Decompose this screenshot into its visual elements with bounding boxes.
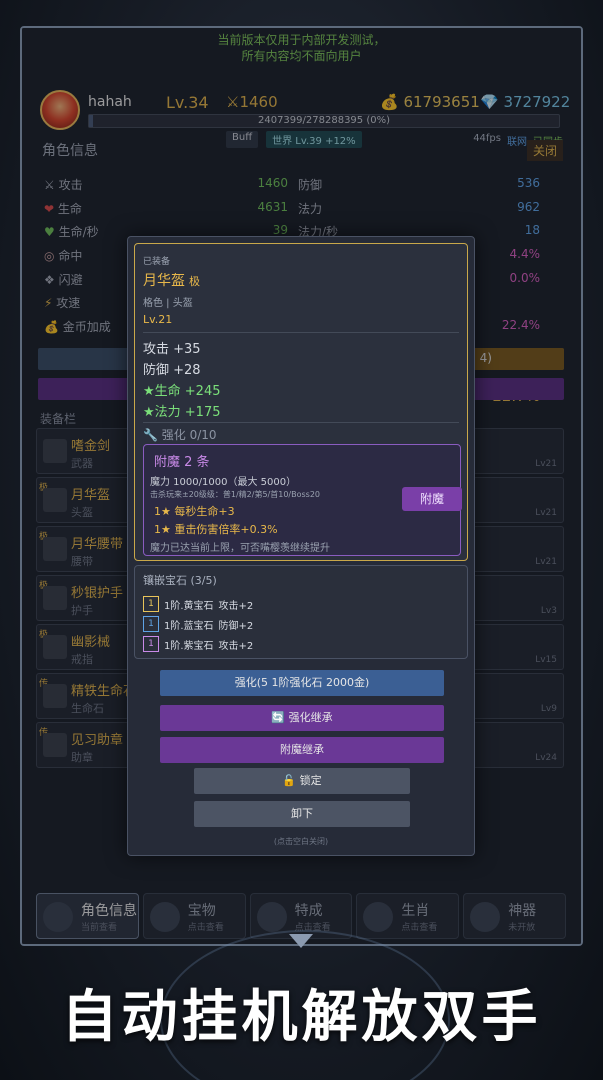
enchant-footnote: 魔力已达当前上限，可否嘴樱羡继续提升 xyxy=(150,543,330,554)
refresh-icon: 🔄 xyxy=(271,711,289,724)
enhance-inherit-label: 强化继承 xyxy=(288,711,333,724)
enchant-box: 附魔 2 条 魔力 1000/1000（最大 5000） 击杀玩来±20级级：普… xyxy=(143,444,462,556)
enchant-title: 附魔 2 条 xyxy=(154,455,210,470)
close-hint: (点击空白关闭) xyxy=(273,837,329,846)
gem-card: 镶嵌宝石 (3/5) 1 1阶.黄宝石 攻击+2 1 1阶.蓝宝石 防御+2 1 1阶.紫宝石… xyxy=(134,565,468,659)
enhance-button[interactable]: 强化(5 1阶强化石 2000金) xyxy=(160,670,444,696)
attr-defense: 防御 +28 xyxy=(143,363,201,378)
gem-title: 镶嵌宝石 (3/5) xyxy=(143,574,217,587)
enchant-button[interactable]: 附魔 xyxy=(402,487,462,511)
item-card: 已装备 月华盔极 格色 | 头盔 Lv.21 攻击 +35 防御 +28 ★生命… xyxy=(134,243,468,561)
enchant-note: 击杀玩来±20级级：普1/精2/第5/首10/Boss20 xyxy=(150,490,321,499)
lock-button[interactable]: 🔓 锁定 xyxy=(194,768,410,794)
promo-banner: 自动挂机解放双手 xyxy=(61,985,542,1050)
item-level: Lv.21 xyxy=(143,313,173,326)
gem-attr: 攻击+2 xyxy=(218,600,254,612)
gem-name: 1阶.黄宝石 xyxy=(164,600,214,612)
enhance-level-text: 强化 0/10 xyxy=(161,428,217,442)
enchant-mana: 魔力 1000/1000（最大 5000） xyxy=(150,477,297,488)
item-grade: 极 xyxy=(189,275,200,288)
attr-attack: 攻击 +35 xyxy=(143,342,201,357)
gem-tier: 1 xyxy=(143,616,159,632)
gem-name: 1阶.紫宝石 xyxy=(164,640,214,652)
enhance-level: 🔧 强化 0/10 xyxy=(143,426,217,443)
item-detail-modal: 已装备 月华盔极 格色 | 头盔 Lv.21 攻击 +35 防御 +28 ★生命… xyxy=(127,236,475,856)
gem-attr: 防御+2 xyxy=(218,620,254,632)
item-name: 月华盔极 xyxy=(143,270,200,290)
lock-icon: 🔓 xyxy=(282,774,300,787)
gem-row[interactable]: 1 1阶.紫宝石 攻击+2 xyxy=(143,636,253,652)
item-name-text: 月华盔 xyxy=(143,273,185,289)
separator xyxy=(143,422,459,423)
equipped-label: 已装备 xyxy=(143,257,171,267)
gem-row[interactable]: 1 1阶.蓝宝石 防御+2 xyxy=(143,616,253,632)
attr-mp: ★法力 +175 xyxy=(143,405,221,420)
enchant-inherit-button[interactable]: 附魔继承 xyxy=(160,737,444,763)
divider-triangle-icon xyxy=(289,934,313,948)
unequip-button[interactable]: 卸下 xyxy=(194,801,410,827)
enhance-inherit-button[interactable]: 🔄 强化继承 xyxy=(160,705,444,731)
gem-attr: 攻击+2 xyxy=(218,640,254,652)
separator xyxy=(143,332,459,333)
lock-label: 锁定 xyxy=(299,774,322,787)
item-type: 格色 | 头盔 xyxy=(143,298,193,309)
gem-name: 1阶.蓝宝石 xyxy=(164,620,214,632)
gem-tier: 1 xyxy=(143,636,159,652)
wrench-icon: 🔧 xyxy=(143,428,162,442)
enchant-inherit-label: 附魔继承 xyxy=(280,743,324,756)
attr-hp: ★生命 +245 xyxy=(143,384,221,399)
enchant-line-1: 1★ 每秒生命+3 xyxy=(154,505,235,518)
gem-tier: 1 xyxy=(143,596,159,612)
enchant-line-2: 1★ 重击伤害倍率+0.3% xyxy=(154,523,278,536)
gem-row[interactable]: 1 1阶.黄宝石 攻击+2 xyxy=(143,596,253,612)
